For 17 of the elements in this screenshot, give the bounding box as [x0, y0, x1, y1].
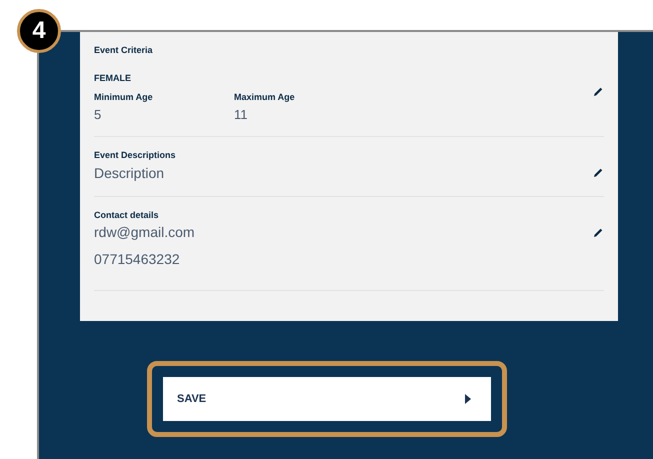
field-label: Maximum Age	[234, 91, 296, 104]
detail-text: 07715463232	[94, 250, 181, 269]
save-button[interactable]: SAVE	[163, 377, 491, 421]
caret-right-icon	[465, 394, 471, 404]
detail-text: rdw@gmail.com	[94, 223, 195, 242]
step-badge: 4	[17, 9, 61, 53]
edit-icon[interactable]	[592, 226, 604, 238]
edit-icon[interactable]	[592, 167, 604, 179]
detail-text: Description	[94, 164, 166, 183]
section-title: Event Criteria	[94, 44, 154, 57]
field-value: 5	[94, 106, 102, 124]
section-title: Event Descriptions	[94, 149, 176, 162]
gender-value: FEMALE	[94, 72, 132, 84]
section-title: Contact details	[94, 208, 160, 222]
field-label: Minimum Age	[94, 91, 154, 104]
edit-icon[interactable]	[592, 86, 604, 98]
field-value: 11	[234, 106, 248, 124]
